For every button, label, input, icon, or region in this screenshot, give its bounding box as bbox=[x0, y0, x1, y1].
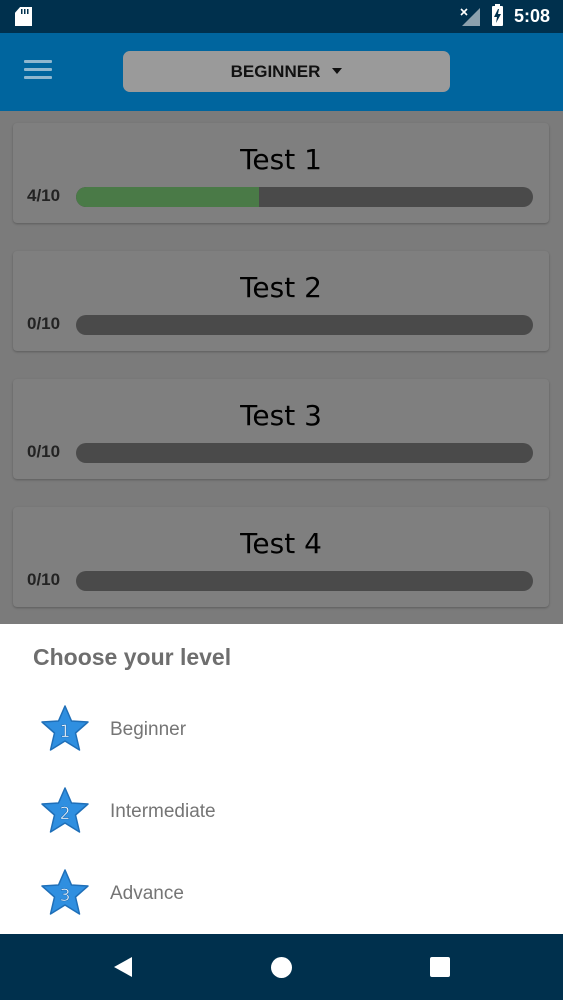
recents-icon[interactable] bbox=[430, 957, 450, 977]
star-1-icon: 1 bbox=[41, 705, 89, 751]
test-title: Test 2 bbox=[240, 271, 322, 304]
app-bar: BEGINNER bbox=[0, 33, 563, 111]
star-2-icon: 2 bbox=[41, 787, 89, 833]
star-badge-number: 2 bbox=[60, 804, 71, 824]
test-score: 0/10 bbox=[27, 442, 61, 461]
test-score: 0/10 bbox=[27, 570, 61, 589]
signal-off-icon bbox=[460, 8, 480, 26]
test-title: Test 3 bbox=[240, 399, 322, 432]
level-selector-dropdown[interactable]: BEGINNER bbox=[123, 51, 450, 92]
clock: 5:08 bbox=[514, 6, 551, 26]
test-card-2[interactable]: Test 2 0/10 bbox=[13, 251, 549, 351]
test-list: Test 1 4/10 Test 2 0/10 Test 3 0/10 Test… bbox=[0, 111, 563, 624]
test-title: Test 4 bbox=[240, 527, 322, 560]
back-icon[interactable] bbox=[113, 956, 133, 978]
progress-bar bbox=[76, 315, 533, 335]
progress-bar bbox=[76, 443, 533, 463]
level-option-intermediate[interactable]: 2 Intermediate bbox=[0, 786, 563, 856]
caret-down-icon bbox=[332, 68, 343, 75]
battery-charging-icon bbox=[492, 4, 503, 26]
level-option-advance[interactable]: 3 Advance bbox=[0, 868, 563, 938]
level-selector-label: BEGINNER bbox=[230, 62, 321, 81]
level-label: Intermediate bbox=[110, 801, 216, 822]
test-card-4[interactable]: Test 4 0/10 bbox=[13, 507, 549, 607]
sheet-title: Choose your level bbox=[33, 644, 232, 670]
test-score: 4/10 bbox=[27, 186, 61, 205]
test-card-3[interactable]: Test 3 0/10 bbox=[13, 379, 549, 479]
star-badge-number: 3 bbox=[60, 886, 71, 906]
level-label: Advance bbox=[110, 883, 184, 904]
sd-card-icon bbox=[15, 7, 32, 26]
progress-bar bbox=[76, 187, 533, 207]
test-card-1[interactable]: Test 1 4/10 bbox=[13, 123, 549, 223]
level-label: Beginner bbox=[110, 719, 187, 740]
level-bottom-sheet: Choose your level 1 Beginner 2 Intermedi… bbox=[0, 624, 563, 934]
navigation-bar bbox=[0, 934, 563, 1000]
status-bar: 5:08 bbox=[0, 0, 563, 33]
star-3-icon: 3 bbox=[41, 869, 89, 915]
test-title: Test 1 bbox=[240, 143, 322, 176]
hamburger-menu-icon[interactable] bbox=[24, 60, 52, 82]
test-score: 0/10 bbox=[27, 314, 61, 333]
level-option-beginner[interactable]: 1 Beginner bbox=[0, 704, 563, 774]
home-icon[interactable] bbox=[271, 957, 292, 978]
progress-fill bbox=[76, 187, 259, 207]
progress-bar bbox=[76, 571, 533, 591]
star-badge-number: 1 bbox=[60, 722, 71, 742]
